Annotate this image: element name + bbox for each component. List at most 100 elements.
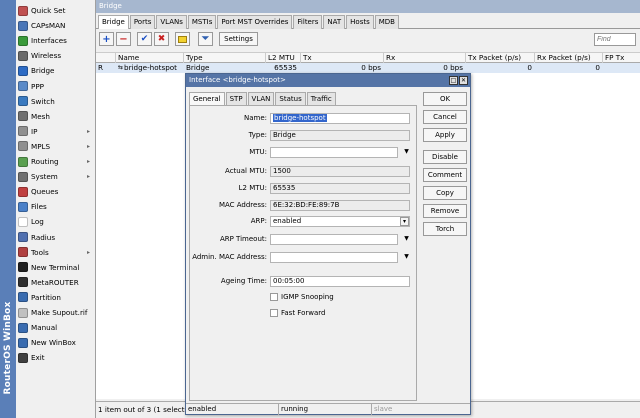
apply-button[interactable]: Apply — [423, 128, 467, 142]
sidebar-item-new-winbox[interactable]: New WinBox — [16, 335, 96, 350]
mtu-field[interactable] — [270, 147, 398, 158]
cancel-button[interactable]: Cancel — [423, 110, 467, 124]
col-rx-packet[interactable]: Rx Packet (p/s) — [535, 53, 603, 63]
close-icon[interactable]: ✕ — [459, 76, 468, 85]
disable-button[interactable]: Disable — [423, 150, 467, 164]
col-l2mtu[interactable]: L2 MTU — [266, 53, 301, 63]
add-button[interactable]: + — [99, 32, 114, 46]
col-tx[interactable]: Tx — [301, 53, 384, 63]
find-input[interactable] — [594, 33, 636, 46]
remove-button[interactable]: Remove — [423, 204, 467, 218]
minus-icon: − — [119, 33, 128, 45]
disable-button[interactable]: ✖ — [154, 32, 169, 46]
sidebar-item-wireless[interactable]: Wireless — [16, 48, 96, 63]
ip-icon — [18, 126, 28, 137]
sidebar-item-manual[interactable]: Manual — [16, 320, 96, 335]
filter-button[interactable]: ⏷ — [198, 32, 213, 46]
exit-icon — [18, 352, 28, 363]
sidebar-item-routing[interactable]: Routing ▸ — [16, 154, 96, 169]
sidebar-item-make-supout-rif[interactable]: Make Supout.rif — [16, 305, 96, 320]
sidebar-item-exit[interactable]: Exit — [16, 350, 96, 365]
mac-field: 6E:32:BD:FE:89:7B — [270, 200, 410, 211]
maximize-icon[interactable]: □ — [449, 76, 458, 85]
enable-button[interactable]: ✔ — [137, 32, 152, 46]
tab-mdb[interactable]: MDB — [374, 15, 399, 29]
tab-mstis[interactable]: MSTIs — [187, 15, 217, 29]
sidebar-item-bridge[interactable]: Bridge — [16, 63, 96, 78]
torch-button[interactable]: Torch — [423, 222, 467, 236]
sidebar-item-label: Interfaces — [31, 36, 67, 46]
igmp-snooping-checkbox[interactable] — [270, 293, 278, 301]
dialog-tab-traffic[interactable]: Traffic — [306, 92, 336, 105]
sidebar-item-log[interactable]: Log — [16, 214, 96, 229]
tab-filters[interactable]: Filters — [293, 15, 323, 29]
sidebar-item-tools[interactable]: Tools ▸ — [16, 245, 96, 260]
sidebar-item-system[interactable]: System ▸ — [16, 169, 96, 184]
sidebar-item-queues[interactable]: Queues — [16, 184, 96, 199]
col-fp-tx[interactable]: FP Tx — [603, 53, 640, 63]
table-row[interactable]: R ⇆ bridge-hotspot Bridge 65535 0 bps 0 … — [96, 63, 640, 73]
row-l2mtu: 65535 — [274, 63, 297, 72]
sidebar-item-ppp[interactable]: PPP — [16, 79, 96, 94]
comment-button[interactable]: Comment — [423, 168, 467, 182]
ageing-field[interactable]: 00:05:00 — [270, 276, 410, 287]
col-type[interactable]: Type — [184, 53, 266, 63]
bridge-icon: ⇆ — [118, 64, 124, 71]
tab-ports[interactable]: Ports — [129, 15, 156, 29]
admin-mac-field[interactable] — [270, 252, 398, 263]
mpls-icon — [18, 141, 28, 152]
sidebar-item-label: Log — [31, 217, 44, 227]
tab-vlans[interactable]: VLANs — [156, 15, 187, 29]
col-tx-packet[interactable]: Tx Packet (p/s) — [466, 53, 535, 63]
sidebar-item-capsman[interactable]: CAPsMAN — [16, 18, 96, 33]
arp-timeout-field[interactable] — [270, 234, 398, 245]
dialog-tab-stp[interactable]: STP — [225, 92, 247, 105]
sidebar-item-mpls[interactable]: MPLS ▸ — [16, 139, 96, 154]
dialog-tab-status[interactable]: Status — [275, 92, 306, 105]
arp-dropdown-icon[interactable]: ▾ — [400, 217, 409, 226]
routing-icon — [18, 156, 28, 167]
tab-bridge[interactable]: Bridge — [98, 15, 129, 29]
col-rx[interactable]: Rx — [384, 53, 466, 63]
submenu-arrow-icon: ▸ — [86, 248, 90, 256]
sidebar-item-interfaces[interactable]: Interfaces — [16, 33, 96, 48]
arp-timeout-dropdown-icon[interactable]: ▼ — [402, 234, 411, 243]
col-flag[interactable] — [96, 53, 116, 63]
sidebar-item-switch[interactable]: Switch — [16, 94, 96, 109]
radius-icon — [18, 232, 28, 242]
sidebar-item-label: New Terminal — [31, 262, 80, 272]
mtu-dropdown-icon[interactable]: ▼ — [402, 147, 411, 156]
sidebar-item-radius[interactable]: Radius — [16, 230, 96, 245]
sidebar-item-new-terminal[interactable]: New Terminal — [16, 260, 96, 275]
admin-mac-dropdown-icon[interactable]: ▼ — [402, 252, 411, 261]
igmp-snooping-label: IGMP Snooping — [281, 293, 334, 301]
ok-button[interactable]: OK — [423, 92, 467, 106]
dialog-tab-vlan[interactable]: VLAN — [247, 92, 275, 105]
tab-port-mst-overrides[interactable]: Port MST Overrides — [217, 15, 293, 29]
sidebar-item-quick-set[interactable]: Quick Set — [16, 3, 96, 18]
copy-button[interactable]: Copy — [423, 186, 467, 200]
name-field[interactable]: bridge-hotspot — [270, 113, 410, 124]
switch-icon — [18, 96, 28, 107]
tab-hosts[interactable]: Hosts — [346, 15, 374, 29]
arp-select[interactable]: enabled — [270, 216, 410, 227]
sidebar-item-partition[interactable]: Partition — [16, 290, 96, 305]
name-value: bridge-hotspot — [273, 114, 327, 122]
sidebar-item-files[interactable]: Files — [16, 199, 96, 214]
sidebar-item-mesh[interactable]: Mesh — [16, 109, 96, 124]
status-text: 1 item out of 3 (1 selected) — [98, 404, 197, 414]
row-tx: 0 bps — [361, 63, 381, 72]
tab-nat[interactable]: NAT — [323, 15, 346, 29]
arp-timeout-label: ARP Timeout: — [219, 235, 267, 243]
remove-button[interactable]: − — [116, 32, 131, 46]
col-name[interactable]: Name — [116, 53, 184, 63]
bridge-icon — [18, 65, 28, 76]
sidebar-item-metarouter[interactable]: MetaROUTER — [16, 275, 96, 290]
comment-button[interactable] — [175, 32, 190, 46]
settings-button[interactable]: Settings — [219, 32, 258, 46]
sidebar-item-ip[interactable]: IP ▸ — [16, 124, 96, 139]
l2mtu-label: L2 MTU: — [238, 184, 267, 192]
fast-forward-checkbox[interactable] — [270, 309, 278, 317]
dialog-tab-general[interactable]: General — [189, 92, 225, 105]
row-fp-tx — [603, 63, 640, 73]
